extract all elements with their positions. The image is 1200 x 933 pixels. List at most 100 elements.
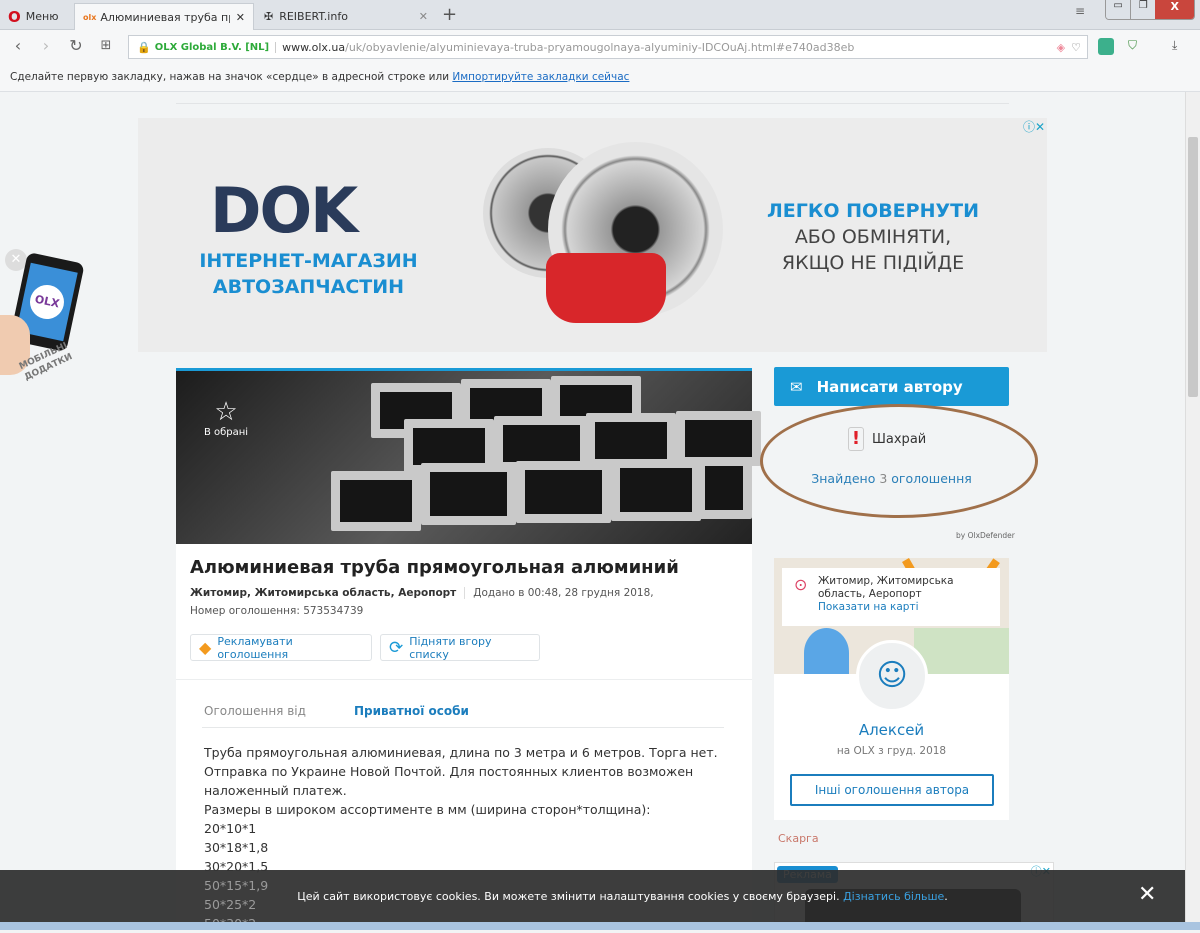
- tab-bar: O Меню olx Алюминиевая труба пря ✕ ✠ REIBERT…: [0, 0, 1200, 30]
- tab-title: Алюминиевая труба пря: [100, 10, 231, 24]
- promote-listing-button[interactable]: ◆ Рекламувати оголошення: [190, 634, 372, 661]
- address-bar[interactable]: 🔒 OLX Global B.V. [NL] www.olx.ua/uk/oby…: [128, 35, 1088, 59]
- url-path: /uk/obyavlenie/alyuminievaya-truba-pryam…: [345, 40, 855, 54]
- banner-slogan: АБО ОБМІНЯТИ,: [794, 226, 952, 248]
- banner-slogan: ЛЕГКО ПОВЕРНУТИ: [766, 200, 979, 222]
- tab-reibert[interactable]: ✠ REIBERT.info ✕: [256, 3, 436, 30]
- raise-listing-button[interactable]: ⟳ Підняти вгору списку: [380, 634, 540, 661]
- listing-added-date: Додано в 00:48, 28 грудня 2018,: [473, 587, 654, 599]
- description-line: Размеры в широком ассортименте в мм (шир…: [204, 802, 651, 817]
- user-avatar-icon[interactable]: ☺: [856, 640, 928, 712]
- map-location: Житомир, Житомирська: [818, 575, 954, 587]
- vpn-extension-icon[interactable]: [1098, 38, 1114, 55]
- ad-banner[interactable]: DOK ІНТЕРНЕТ-МАГАЗИН АВТОЗАПЧАСТИН ЛЕГКО …: [138, 118, 1047, 352]
- cookie-learn-more-link[interactable]: Дізнатись більше: [843, 890, 944, 903]
- favorite-label: В обрані: [203, 427, 249, 438]
- refresh-icon: ⟳: [389, 637, 404, 658]
- write-to-author-button[interactable]: ✉ Написати автору: [774, 367, 1009, 406]
- tab-menu-icon[interactable]: ≡: [1075, 4, 1085, 18]
- brake-caliper-image: [546, 253, 666, 323]
- forward-button[interactable]: ›: [36, 36, 56, 56]
- seller-type-label: Оголошення від: [204, 704, 306, 718]
- reibert-favicon-icon: ✠: [264, 10, 274, 23]
- star-icon: ☆: [214, 397, 238, 427]
- url-domain: www.olx.ua: [282, 40, 346, 54]
- description-line: 50*15*1,9: [204, 878, 269, 893]
- listing-location: Житомир, Житомирська область, Аеропорт: [190, 587, 466, 599]
- olx-favicon-icon: olx: [83, 12, 97, 22]
- banner-slogan: ЯКЩО НЕ ПІДІЙДЕ: [781, 252, 965, 274]
- close-cookie-icon[interactable]: ✕: [1138, 882, 1156, 907]
- map-pin-icon: ⊙: [794, 575, 808, 594]
- description-line: 30*18*1,8: [204, 840, 269, 855]
- found-suffix: оголошення: [891, 471, 972, 486]
- listing-title: Алюминиевая труба прямоугольная алюминий: [190, 557, 679, 578]
- divider: [202, 727, 724, 728]
- olxdefender-credit: by OlxDefender: [956, 531, 1015, 540]
- bookmark-hint: Сделайте первую закладку, нажав на значо…: [10, 70, 450, 83]
- raise-label: Підняти вгору списку: [409, 634, 492, 661]
- cookie-dot: .: [944, 889, 948, 903]
- promote-label: Рекламувати оголошення: [217, 634, 293, 661]
- cube-icon[interactable]: ◈: [1057, 41, 1065, 54]
- close-tab-icon[interactable]: ✕: [419, 10, 428, 23]
- complaint-link[interactable]: Скарга: [778, 832, 819, 845]
- olx-logo: OLX: [26, 281, 68, 323]
- back-button[interactable]: ‹: [8, 36, 28, 56]
- listing-card: ☆ В обрані Алюминиевая труба прямоугольн…: [176, 368, 761, 931]
- other-ads-button[interactable]: Інші оголошення автора: [790, 774, 994, 806]
- scrollbar-thumb[interactable]: [1188, 137, 1198, 397]
- import-bookmarks-link[interactable]: Импортируйте закладки сейчас: [452, 71, 629, 83]
- description-line: наложенный платеж.: [204, 783, 347, 798]
- found-prefix: Знайдено: [811, 471, 876, 486]
- description-line: 20*10*1: [204, 821, 257, 836]
- speed-dial-icon[interactable]: ⊞: [96, 36, 116, 56]
- taskbar: [0, 922, 1200, 930]
- banner-line: ІНТЕРНЕТ-МАГАЗИН: [199, 250, 418, 272]
- mobile-app-promo[interactable]: ✕ OLX МОБІЛЬНІ ДОДАТКИ: [0, 245, 100, 405]
- description-line: Труба прямоугольная алюминиевая, длина п…: [204, 745, 718, 760]
- listing-number: Номер оголошення: 573534739: [190, 605, 364, 617]
- seller-profile-card: ⊙ Житомир, Житомирська область, Аеропорт…: [774, 558, 1009, 820]
- new-tab-button[interactable]: +: [442, 4, 457, 25]
- fraud-badge: ! Шахрай: [848, 427, 926, 451]
- description-line: Отправка по Украине Новой Почтой. Для по…: [204, 764, 694, 779]
- envelope-icon: ✉: [790, 377, 803, 396]
- description-line: 30*20*1,5: [204, 859, 269, 874]
- kite-icon: ◆: [199, 638, 212, 657]
- ad-info-close-icon[interactable]: ⓘ✕: [1023, 118, 1045, 135]
- user-name[interactable]: Алексей: [774, 721, 1009, 739]
- tab-olx[interactable]: olx Алюминиевая труба пря ✕: [74, 3, 254, 30]
- write-label: Написати автору: [816, 377, 963, 396]
- divider: [176, 103, 1009, 104]
- reload-button[interactable]: ↻: [66, 36, 86, 56]
- banner-brand-logo: DOK: [210, 174, 358, 247]
- listing-photo[interactable]: ☆ В обрані: [176, 371, 761, 544]
- close-window-button[interactable]: X: [1155, 0, 1194, 19]
- banner-line: АВТОЗАПЧАСТИН: [212, 276, 405, 298]
- minimize-button[interactable]: ▭: [1106, 0, 1131, 19]
- fraud-label: Шахрай: [872, 431, 927, 447]
- download-icon[interactable]: ⤓: [1172, 38, 1177, 53]
- scrollbar[interactable]: [1185, 92, 1200, 922]
- found-ads-link[interactable]: Знайдено 3 оголошення: [774, 471, 1009, 486]
- close-tab-icon[interactable]: ✕: [236, 11, 245, 24]
- warning-icon: !: [848, 427, 864, 451]
- divider: [176, 679, 752, 680]
- seller-type-value: Приватної особи: [354, 704, 469, 718]
- found-count: 3: [879, 471, 888, 486]
- description-line: 50*25*2: [204, 897, 257, 912]
- show-on-map-link[interactable]: Показати на карті: [818, 601, 992, 614]
- favorite-button[interactable]: ☆ В обрані: [202, 397, 250, 438]
- menu-label: Меню: [25, 10, 59, 23]
- shield-extension-icon[interactable]: ⛉: [1128, 38, 1137, 53]
- user-since: на OLX з груд. 2018: [836, 745, 947, 757]
- opera-menu-button[interactable]: O Меню: [0, 3, 72, 30]
- bookmark-bar: Сделайте первую закладку, нажав на значо…: [0, 62, 1200, 92]
- map-location: область, Аеропорт: [818, 588, 922, 600]
- highlight-ellipse: [760, 404, 1038, 518]
- opera-logo-icon: O: [8, 7, 21, 26]
- restore-button[interactable]: ❐: [1130, 0, 1156, 19]
- lock-icon: 🔒: [137, 40, 151, 54]
- heart-bookmark-icon[interactable]: ♡: [1071, 41, 1081, 54]
